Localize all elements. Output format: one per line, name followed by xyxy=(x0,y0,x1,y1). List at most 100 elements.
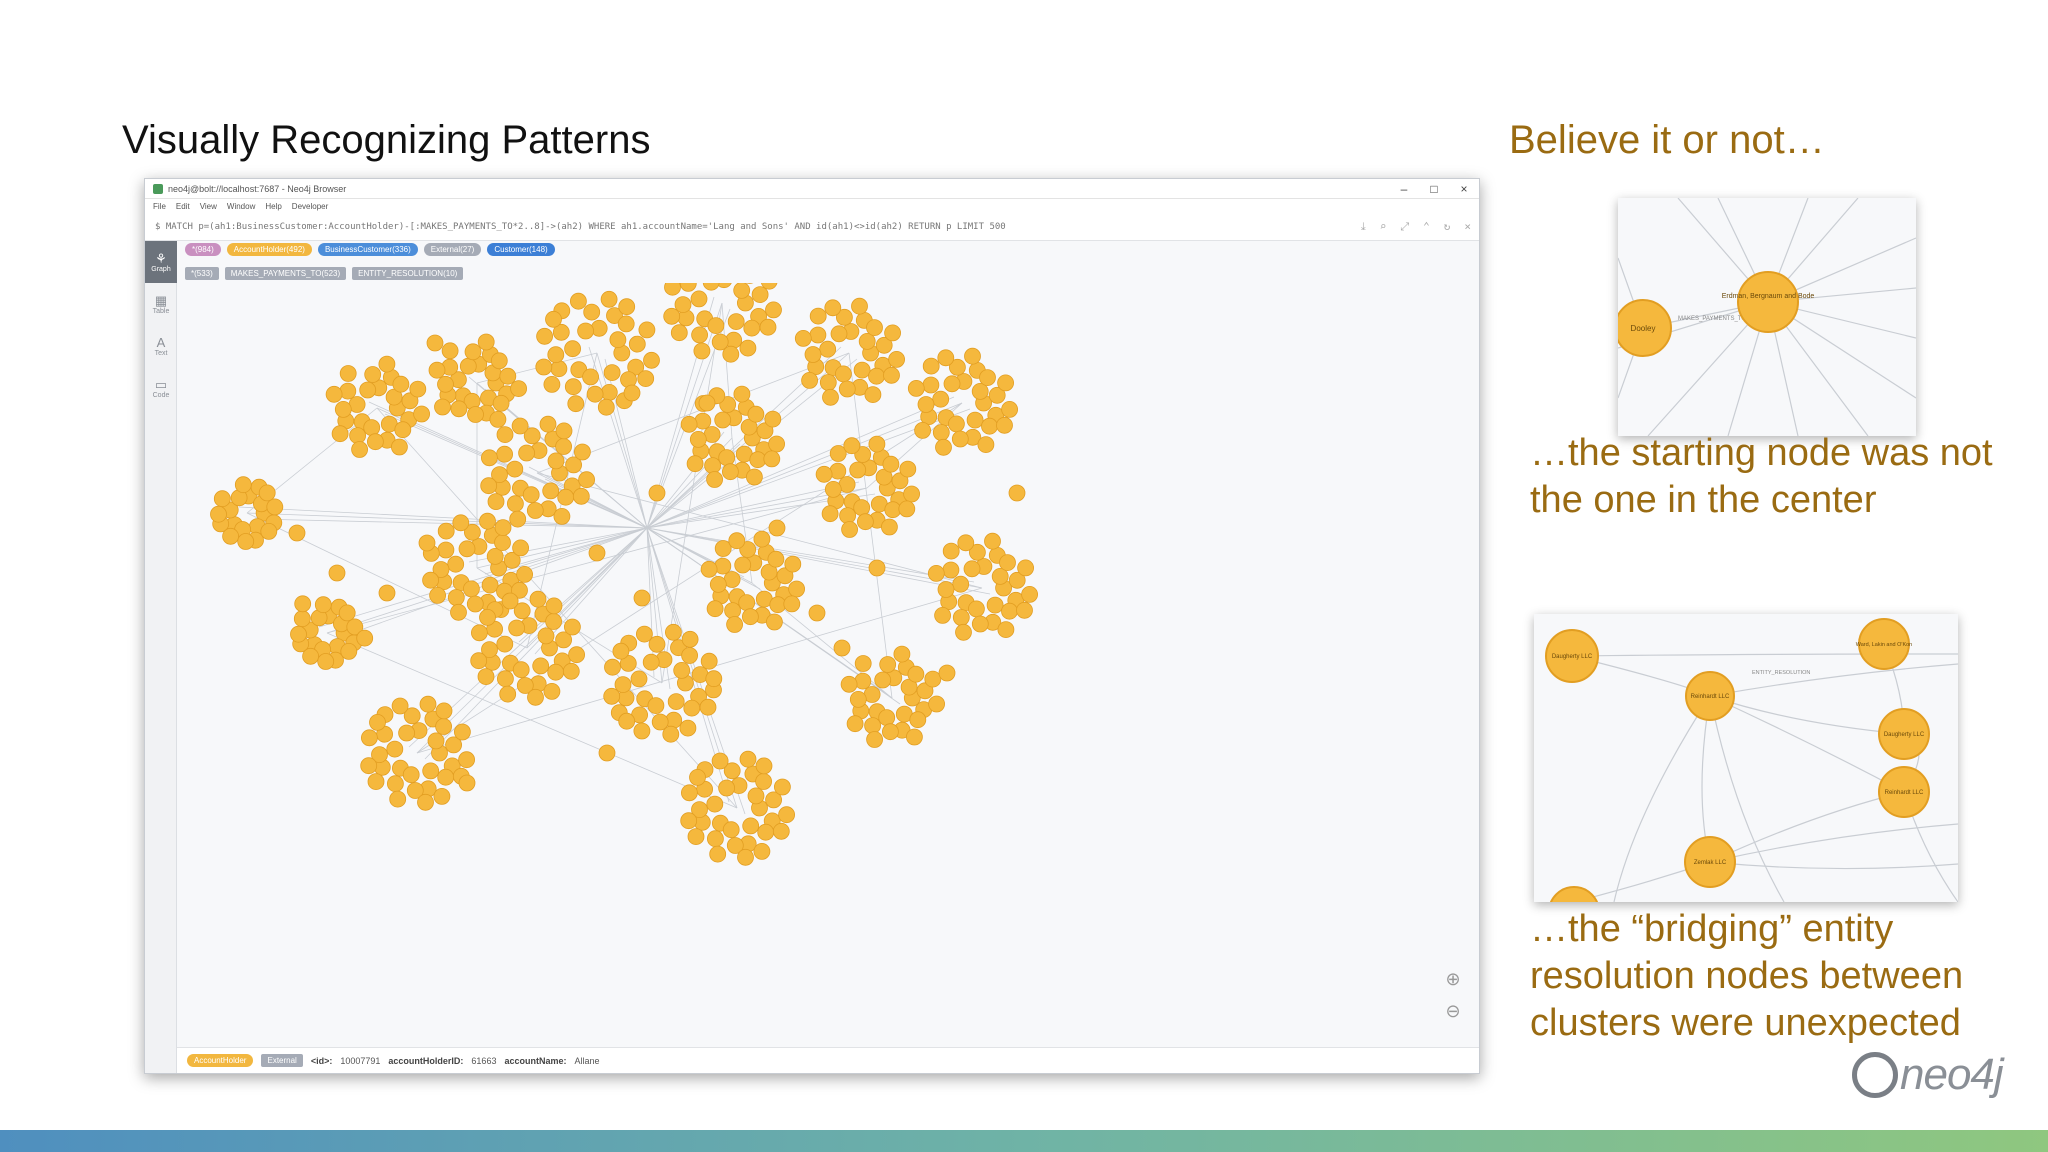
graph-node[interactable] xyxy=(535,358,553,376)
graph-node[interactable] xyxy=(317,653,335,670)
graph-node[interactable] xyxy=(568,646,586,664)
bridging-node[interactable] xyxy=(808,604,826,622)
graph-node[interactable] xyxy=(757,823,775,841)
graph-node[interactable] xyxy=(707,317,725,334)
graph-node[interactable] xyxy=(359,381,377,399)
bridging-node[interactable] xyxy=(458,774,476,792)
graph-node[interactable] xyxy=(453,723,471,741)
graph-node[interactable] xyxy=(689,430,707,448)
graph-node[interactable] xyxy=(824,480,842,498)
graph-node[interactable] xyxy=(888,351,905,368)
graph-node[interactable] xyxy=(435,702,453,720)
graph-node[interactable] xyxy=(759,318,777,336)
close-icon[interactable]: × xyxy=(1449,182,1479,196)
graph-node[interactable] xyxy=(490,352,508,370)
graph-node[interactable] xyxy=(434,398,451,416)
graph-node[interactable] xyxy=(881,518,898,536)
bridging-node[interactable] xyxy=(768,519,786,537)
graph-node[interactable] xyxy=(937,581,955,598)
graph-node[interactable] xyxy=(679,719,697,737)
graph-node[interactable] xyxy=(339,365,357,382)
graph-node[interactable] xyxy=(547,663,565,681)
graph-node[interactable] xyxy=(809,326,827,344)
graph-node[interactable] xyxy=(662,725,680,743)
graph-node[interactable] xyxy=(997,621,1015,639)
graph-node[interactable] xyxy=(722,345,740,363)
graph-node[interactable] xyxy=(331,425,349,443)
graph-node[interactable] xyxy=(681,647,698,664)
graph-node[interactable] xyxy=(981,417,998,435)
graph-node[interactable] xyxy=(470,652,488,670)
graph-node[interactable] xyxy=(957,534,975,552)
graph-node[interactable] xyxy=(951,430,969,448)
graph-node[interactable] xyxy=(364,366,382,383)
graph-node[interactable] xyxy=(496,635,514,653)
graph-node[interactable] xyxy=(681,784,698,802)
graph-node[interactable] xyxy=(553,507,571,525)
graph-node[interactable] xyxy=(879,656,897,673)
graph-node[interactable] xyxy=(706,600,724,618)
graph-node[interactable] xyxy=(506,495,524,513)
graph-node[interactable] xyxy=(518,444,536,462)
graph-node[interactable] xyxy=(447,589,465,606)
graph-node[interactable] xyxy=(506,460,524,478)
graph-node[interactable] xyxy=(664,623,682,641)
graph-node[interactable] xyxy=(452,514,470,532)
graph-node[interactable] xyxy=(680,415,698,433)
minimize-icon[interactable]: – xyxy=(1389,182,1419,196)
graph-node[interactable] xyxy=(391,697,409,715)
graph-node[interactable] xyxy=(550,360,568,378)
graph-node[interactable] xyxy=(479,512,496,530)
graph-node[interactable] xyxy=(338,604,356,622)
graph-node[interactable] xyxy=(258,484,276,502)
graph-node[interactable] xyxy=(840,675,858,693)
graph-node[interactable] xyxy=(369,713,386,731)
graph-node[interactable] xyxy=(394,421,412,439)
graph-node[interactable] xyxy=(398,724,416,742)
graph-node[interactable] xyxy=(764,410,782,428)
graph-node[interactable] xyxy=(766,613,783,631)
graph-node[interactable] xyxy=(704,457,721,475)
bridging-node[interactable] xyxy=(588,544,606,562)
graph-node[interactable] xyxy=(705,670,723,688)
graph-node[interactable] xyxy=(702,283,720,291)
graph-node[interactable] xyxy=(496,445,514,463)
graph-node[interactable] xyxy=(751,286,769,304)
graph-node[interactable] xyxy=(351,441,369,458)
status-label-pill[interactable]: AccountHolder xyxy=(187,1054,254,1067)
graph-node[interactable] xyxy=(494,519,512,537)
label-pill-accountholder[interactable]: AccountHolder(492) xyxy=(226,243,312,256)
graph-node[interactable] xyxy=(733,283,751,299)
graph-node[interactable] xyxy=(578,471,596,489)
graph-node[interactable] xyxy=(302,647,320,665)
graph-node[interactable] xyxy=(883,366,900,384)
graph-node[interactable] xyxy=(458,540,476,558)
bridging-node[interactable] xyxy=(426,334,444,352)
graph-node[interactable] xyxy=(437,768,455,786)
graph-node[interactable] xyxy=(494,534,511,552)
graph-node[interactable] xyxy=(542,482,560,500)
graph-node[interactable] xyxy=(563,618,581,636)
zoom-out-icon[interactable]: ⊖ xyxy=(1441,1001,1465,1025)
graph-node[interactable] xyxy=(927,564,945,582)
zoom-in-icon[interactable]: ⊕ xyxy=(1441,969,1465,993)
rail-graph[interactable]: ⚘ Graph xyxy=(145,241,177,283)
graph-node[interactable] xyxy=(360,757,378,775)
graph-node[interactable] xyxy=(700,652,718,670)
graph-node[interactable] xyxy=(492,394,510,412)
graph-node[interactable] xyxy=(784,555,802,573)
bridging-node[interactable] xyxy=(418,534,436,552)
menu-edit[interactable]: Edit xyxy=(176,202,190,211)
graph-node[interactable] xyxy=(477,668,495,686)
graph-node[interactable] xyxy=(899,460,917,478)
graph-node[interactable] xyxy=(334,401,352,418)
menu-help[interactable]: Help xyxy=(265,202,281,211)
query-editor[interactable]: $ MATCH p=(ah1:BusinessCustomer:AccountH… xyxy=(145,213,1479,241)
rerun-icon[interactable]: ↻ xyxy=(1444,220,1451,234)
status-tag[interactable]: External xyxy=(261,1054,303,1067)
pin2-icon[interactable]: ⌕ xyxy=(1380,220,1387,234)
graph-node[interactable] xyxy=(510,380,528,397)
graph-node[interactable] xyxy=(1001,602,1018,620)
graph-node[interactable] xyxy=(536,327,554,345)
label-pill-businesscustomer[interactable]: BusinessCustomer(336) xyxy=(317,243,418,256)
